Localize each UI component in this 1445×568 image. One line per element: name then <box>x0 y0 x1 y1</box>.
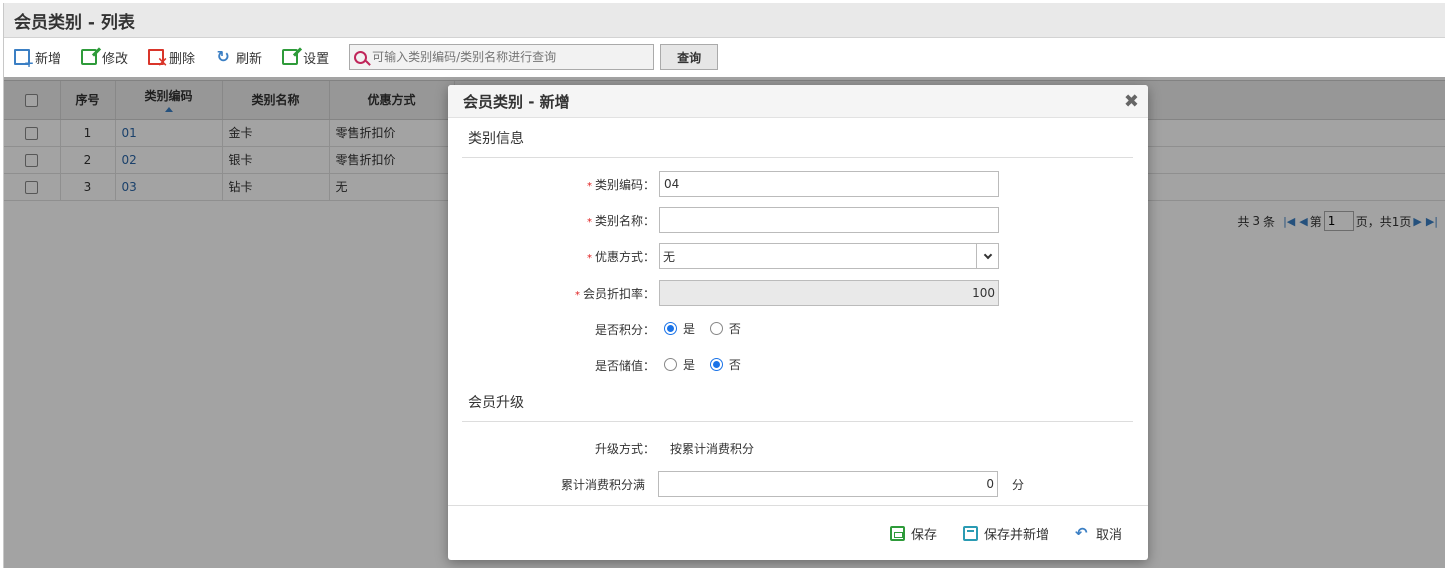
dialog-footer: 保存 保存并新增 ↶ 取消 <box>448 505 1148 560</box>
upgrade-method-value: 按累计消费积分 <box>670 441 755 456</box>
upgrade-method-label: 升级方式： <box>594 441 655 456</box>
discount-select-value: 无 <box>663 249 676 264</box>
save-and-add-button[interactable]: 保存并新增 <box>962 524 1049 543</box>
save-and-add-button-label: 保存并新增 <box>983 527 1049 543</box>
edit-button-label: 修改 <box>102 51 129 67</box>
save-and-add-icon <box>962 525 978 541</box>
points-no-option[interactable]: 否 <box>709 320 741 337</box>
dialog-title: 会员类别 - 新增 <box>448 85 1148 118</box>
delete-file-icon <box>148 49 168 70</box>
required-mark: * <box>586 216 592 228</box>
accum-unit: 分 <box>1012 477 1025 492</box>
refresh-button[interactable]: ↻ 刷新 <box>215 48 262 67</box>
required-mark: * <box>586 252 592 264</box>
upgrade-method-row: 升级方式： 按累计消费积分 <box>448 435 1148 461</box>
delete-button[interactable]: 删除 <box>148 48 196 70</box>
add-button[interactable]: 新增 <box>14 48 62 70</box>
discount-row: * 优惠方式： 无 <box>448 243 1148 269</box>
section-divider <box>462 421 1133 422</box>
refresh-button-label: 刷新 <box>236 51 263 67</box>
settings-button-label: 设置 <box>303 51 330 67</box>
code-row: * 类别编码： 04 <box>448 171 1148 197</box>
settings-edit-icon <box>282 49 299 65</box>
close-icon[interactable]: ✖ <box>1124 93 1139 111</box>
stored-radio-group: 是 否 <box>659 356 752 374</box>
stored-row: 是否储值： 是 否 <box>448 352 1148 378</box>
page-titlebar: 会员类别 - 列表 <box>4 3 1445 38</box>
required-mark: * <box>586 180 592 192</box>
section-divider <box>462 157 1133 158</box>
search-box <box>349 44 655 70</box>
accum-label: 累计消费积分满 <box>560 477 645 492</box>
search-button[interactable]: 查询 <box>660 44 719 70</box>
points-label: 是否积分： <box>594 322 655 337</box>
accum-row: 累计消费积分满 0 分 <box>448 471 1148 497</box>
points-yes-option[interactable]: 是 <box>664 320 695 337</box>
rate-label: * 会员折扣率： <box>574 286 655 301</box>
name-field[interactable] <box>659 207 999 233</box>
refresh-icon: ↻ <box>216 47 230 66</box>
radio-checked-icon <box>664 322 677 335</box>
required-mark: * <box>574 289 580 301</box>
code-label: * 类别编码： <box>586 177 655 192</box>
add-category-dialog: 会员类别 - 新增 ✖ 类别信息 * 类别编码： 04 * 类别名称： * 优惠方式：… <box>448 85 1148 560</box>
edit-button[interactable]: 修改 <box>81 48 128 67</box>
delete-button-label: 删除 <box>169 51 196 67</box>
add-button-label: 新增 <box>35 51 62 67</box>
page-title: 会员类别 - 列表 <box>14 12 135 33</box>
save-icon <box>889 525 905 541</box>
save-button[interactable]: 保存 <box>889 524 937 543</box>
undo-icon: ↶ <box>1074 523 1088 542</box>
add-file-icon <box>14 49 34 70</box>
rate-row: * 会员折扣率： 100 <box>448 280 1148 306</box>
search-icon <box>354 50 368 64</box>
name-label: * 类别名称： <box>586 213 655 228</box>
name-row: * 类别名称： <box>448 207 1148 233</box>
radio-unchecked-icon <box>664 358 677 371</box>
stored-no-option[interactable]: 否 <box>709 356 741 373</box>
stored-label: 是否储值： <box>594 358 655 373</box>
points-row: 是否积分： 是 否 <box>448 316 1148 342</box>
settings-button[interactable]: 设置 <box>282 48 329 67</box>
points-radio-group: 是 否 <box>659 320 752 338</box>
edit-icon <box>81 49 98 65</box>
accum-points-field[interactable]: 0 <box>658 471 998 497</box>
radio-unchecked-icon <box>709 322 723 335</box>
section-info-title: 类别信息 <box>468 131 524 147</box>
search-input[interactable] <box>372 50 643 64</box>
stored-yes-option[interactable]: 是 <box>664 356 695 373</box>
radio-checked-icon <box>709 358 723 371</box>
code-field[interactable]: 04 <box>659 171 999 197</box>
chevron-down-icon[interactable] <box>976 244 998 268</box>
toolbar: 新增 修改 删除 ↻ 刷新 设置 查询 <box>4 38 1445 76</box>
cancel-button[interactable]: ↶ 取消 <box>1075 524 1122 543</box>
rate-field: 100 <box>659 280 999 306</box>
section-upgrade-title: 会员升级 <box>468 395 524 411</box>
discount-select[interactable]: 无 <box>659 243 999 269</box>
cancel-button-label: 取消 <box>1095 527 1122 543</box>
discount-label: * 优惠方式： <box>586 249 655 264</box>
save-button-label: 保存 <box>910 527 937 543</box>
